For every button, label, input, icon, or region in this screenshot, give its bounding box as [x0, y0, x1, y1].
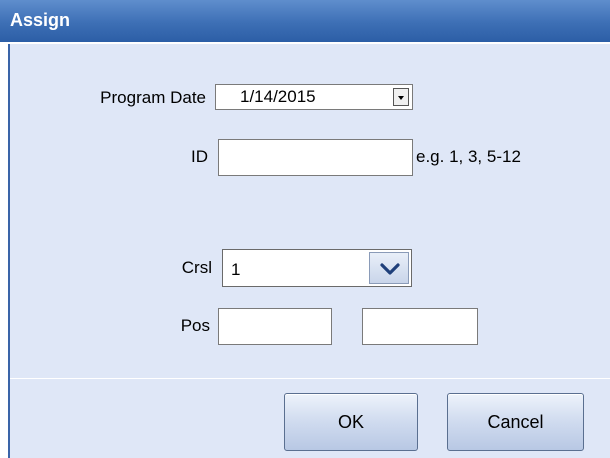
ok-button[interactable]: OK: [284, 393, 418, 451]
footer-separator: [10, 378, 610, 379]
program-date-value: 1/14/2015: [240, 87, 316, 106]
chevron-down-icon: [380, 263, 400, 275]
program-date-label: Program Date: [100, 88, 206, 107]
crsl-label: Crsl: [181, 258, 212, 277]
assign-dialog: Assign Program Date 1/14/2015 ID e.g. 1,…: [0, 0, 610, 458]
pos-input-2[interactable]: [362, 308, 478, 345]
crsl-selected-value: 1: [231, 260, 241, 279]
id-label: ID: [191, 147, 208, 166]
title-separator: [0, 42, 610, 44]
crsl-dropdown-button[interactable]: [369, 252, 409, 284]
pos-input-1[interactable]: [218, 308, 332, 345]
cancel-button[interactable]: Cancel: [447, 393, 584, 451]
title-bar: Assign: [0, 0, 610, 42]
dialog-title: Assign: [10, 10, 71, 30]
program-date-dropdown-button[interactable]: [393, 88, 409, 106]
program-date-picker[interactable]: 1/14/2015: [215, 84, 413, 110]
id-input[interactable]: [218, 139, 413, 176]
triangle-down-icon: [398, 96, 404, 100]
left-frame-border: [8, 44, 10, 458]
pos-label: Pos: [180, 316, 210, 335]
crsl-combobox[interactable]: 1: [222, 249, 412, 287]
id-example-hint: e.g. 1, 3, 5-12: [416, 147, 521, 166]
